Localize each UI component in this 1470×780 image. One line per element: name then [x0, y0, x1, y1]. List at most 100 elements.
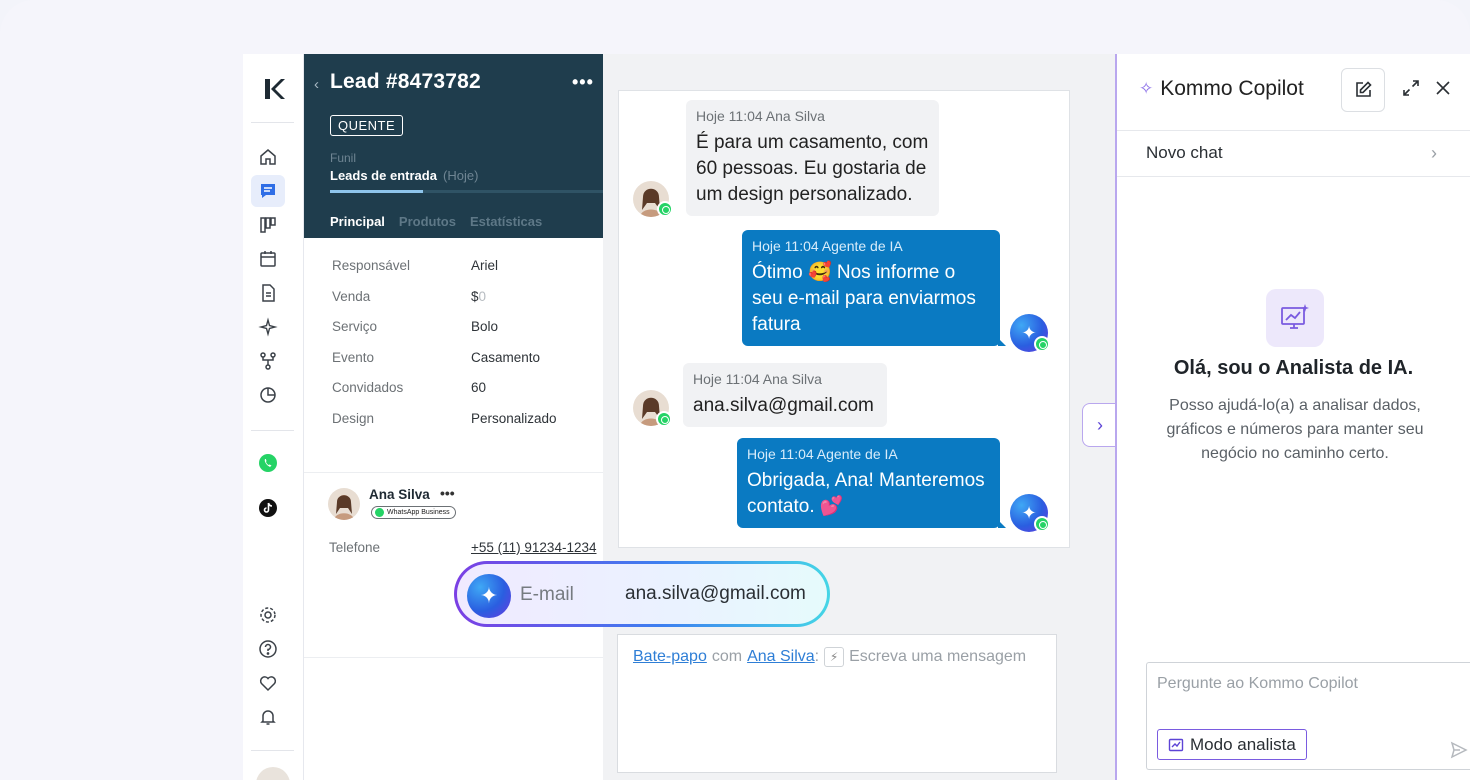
field-value[interactable]: $0: [471, 289, 486, 320]
close-icon[interactable]: [1433, 78, 1453, 98]
chevron-right-icon: ›: [1097, 414, 1103, 435]
section-divider: [304, 472, 603, 473]
nav-calendar-icon[interactable]: [251, 243, 285, 275]
help-icon[interactable]: [251, 633, 285, 665]
sale-amount: 0: [478, 288, 487, 304]
field-label: Convidados: [332, 380, 404, 396]
message-meta: Hoje 11:04 Agente de IA: [752, 238, 903, 254]
whatsapp-icon: [375, 508, 384, 517]
tab-produtos[interactable]: Produtos: [399, 214, 456, 229]
message-meta: Hoje 11:04 Ana Silva: [696, 108, 825, 124]
lead-header: ‹ Lead #8473782 ••• QUENTE Funil Leads d…: [304, 54, 603, 238]
funnel-stage[interactable]: Leads de entrada: [330, 168, 437, 183]
copilot-hero-description: Posso ajudá-lo(a) a analisar dados, gráf…: [1166, 397, 1424, 462]
tab-principal[interactable]: Principal: [330, 214, 385, 229]
nav-sparkle-icon[interactable]: [251, 311, 285, 343]
nav-document-icon[interactable]: [251, 277, 285, 309]
copilot-hero-title: Olá, sou o Analista de IA.: [1173, 357, 1414, 379]
nav-stats-icon[interactable]: [251, 379, 285, 411]
field-row-servico[interactable]: Serviço Bolo: [332, 319, 597, 350]
recipient-link[interactable]: Ana Silva: [747, 648, 815, 666]
lead-more-button[interactable]: •••: [572, 72, 594, 93]
section-divider: [304, 657, 603, 658]
chevron-right-icon[interactable]: ›: [1431, 143, 1437, 164]
chart-icon: [1168, 738, 1184, 752]
prompt-placeholder[interactable]: Pergunte ao Kommo Copilot: [1157, 675, 1358, 693]
composer-placeholder[interactable]: Escreva uma mensagem: [849, 648, 1026, 666]
lead-tabs: Principal Produtos Estatísticas: [330, 214, 542, 229]
field-label: Design: [332, 410, 375, 426]
settings-icon[interactable]: [251, 599, 285, 631]
message-composer[interactable]: Bate-papo com Ana Silva: ⚡ Escreva uma m…: [617, 634, 1057, 773]
contact-avatar[interactable]: [328, 488, 360, 520]
copilot-title: ✧ Kommo Copilot: [1139, 77, 1304, 101]
left-nav-rail: [243, 54, 304, 780]
whatsapp-icon[interactable]: [251, 447, 285, 479]
field-value[interactable]: Casamento: [471, 350, 540, 381]
expand-icon[interactable]: [1401, 78, 1421, 98]
analyst-mode-label: Modo analista: [1190, 735, 1296, 754]
ai-sparkle-icon: ✦: [467, 574, 511, 618]
nav-chat-icon[interactable]: [251, 175, 285, 207]
field-value[interactable]: 60: [471, 380, 486, 411]
app-frame: ‹ Lead #8473782 ••• QUENTE Funil Leads d…: [0, 0, 1470, 780]
copilot-divider: [1117, 176, 1470, 177]
field-row-design[interactable]: Design Personalizado: [332, 411, 597, 442]
analyst-mode-button[interactable]: Modo analista: [1157, 729, 1307, 760]
kommo-logo[interactable]: [261, 76, 287, 102]
message-bubble-outgoing[interactable]: Hoje 11:04 Agente de IA Ótimo 🥰 Nos info…: [742, 230, 1006, 346]
field-value[interactable]: Personalizado: [471, 411, 557, 442]
tab-estatisticas[interactable]: Estatísticas: [470, 214, 542, 229]
message-bubble-incoming[interactable]: Hoje 11:04 Ana Silva É para um casamento…: [686, 100, 939, 216]
nav-flow-icon[interactable]: [251, 345, 285, 377]
field-row-evento[interactable]: Evento Casamento: [332, 350, 597, 381]
rail-divider: [251, 430, 294, 431]
nav-home-icon[interactable]: [251, 141, 285, 173]
send-icon[interactable]: [1450, 741, 1468, 759]
bolt-icon[interactable]: ⚡: [824, 647, 845, 667]
field-row-convidados[interactable]: Convidados 60: [332, 380, 597, 411]
rail-divider: [251, 750, 294, 751]
extracted-field-label: E-mail: [520, 584, 574, 605]
message-text: Ótimo 🥰 Nos informe o seu e-mail para en…: [752, 262, 976, 335]
bell-icon[interactable]: [251, 701, 285, 733]
copilot-title-text: Kommo Copilot: [1160, 77, 1304, 100]
whatsapp-icon: [1034, 336, 1050, 352]
new-chat-edit-button[interactable]: [1341, 68, 1385, 112]
contact-more-button[interactable]: •••: [440, 485, 455, 501]
edit-icon: [1356, 81, 1372, 97]
nav-pipeline-icon[interactable]: [251, 209, 285, 241]
sparkle-icon: ✧: [1139, 79, 1154, 98]
field-row-venda[interactable]: Venda $0: [332, 289, 597, 320]
composer-with: com: [711, 648, 743, 665]
contact-name[interactable]: Ana Silva: [369, 487, 430, 502]
channel-link[interactable]: Bate-papo: [633, 648, 707, 666]
field-value[interactable]: Bolo: [471, 319, 498, 350]
field-value[interactable]: Ariel: [471, 258, 498, 289]
message-text: ana.silva@gmail.com: [693, 395, 874, 416]
whatsapp-business-badge: WhatsApp Business: [371, 506, 456, 519]
whatsapp-icon: [1034, 516, 1050, 532]
extracted-field-pill[interactable]: ✦ E-mail ana.silva@gmail.com: [454, 561, 830, 627]
whatsapp-icon: [657, 201, 673, 217]
message-bubble-outgoing[interactable]: Hoje 11:04 Agente de IA Obrigada, Ana! M…: [737, 438, 1006, 528]
message-bubble-incoming[interactable]: Hoje 11:04 Ana Silva ana.silva@gmail.com: [683, 363, 887, 427]
user-avatar[interactable]: [256, 767, 290, 780]
composer-colon: :: [814, 648, 820, 665]
copilot-prompt-input[interactable]: Pergunte ao Kommo Copilot Modo analista: [1146, 662, 1470, 770]
tiktok-icon[interactable]: [251, 492, 285, 524]
phone-value[interactable]: +55 (11) 91234-1234: [471, 540, 596, 555]
new-chat-item[interactable]: Novo chat: [1146, 143, 1223, 163]
lead-panel: ‹ Lead #8473782 ••• QUENTE Funil Leads d…: [304, 54, 603, 780]
copilot-toggle-tab[interactable]: ›: [1082, 403, 1117, 447]
heart-icon[interactable]: [251, 667, 285, 699]
funnel-progress-fill: [330, 190, 423, 193]
back-chevron-icon[interactable]: ‹: [314, 76, 319, 93]
funnel-stage-date: (Hoje): [443, 168, 479, 183]
field-row-responsavel[interactable]: Responsável Ariel: [332, 258, 597, 289]
funnel-label: Funil: [330, 151, 357, 165]
lead-tag[interactable]: QUENTE: [330, 115, 404, 136]
field-label: Serviço: [332, 319, 378, 335]
copilot-divider: [1117, 130, 1470, 131]
rail-divider: [251, 122, 294, 123]
